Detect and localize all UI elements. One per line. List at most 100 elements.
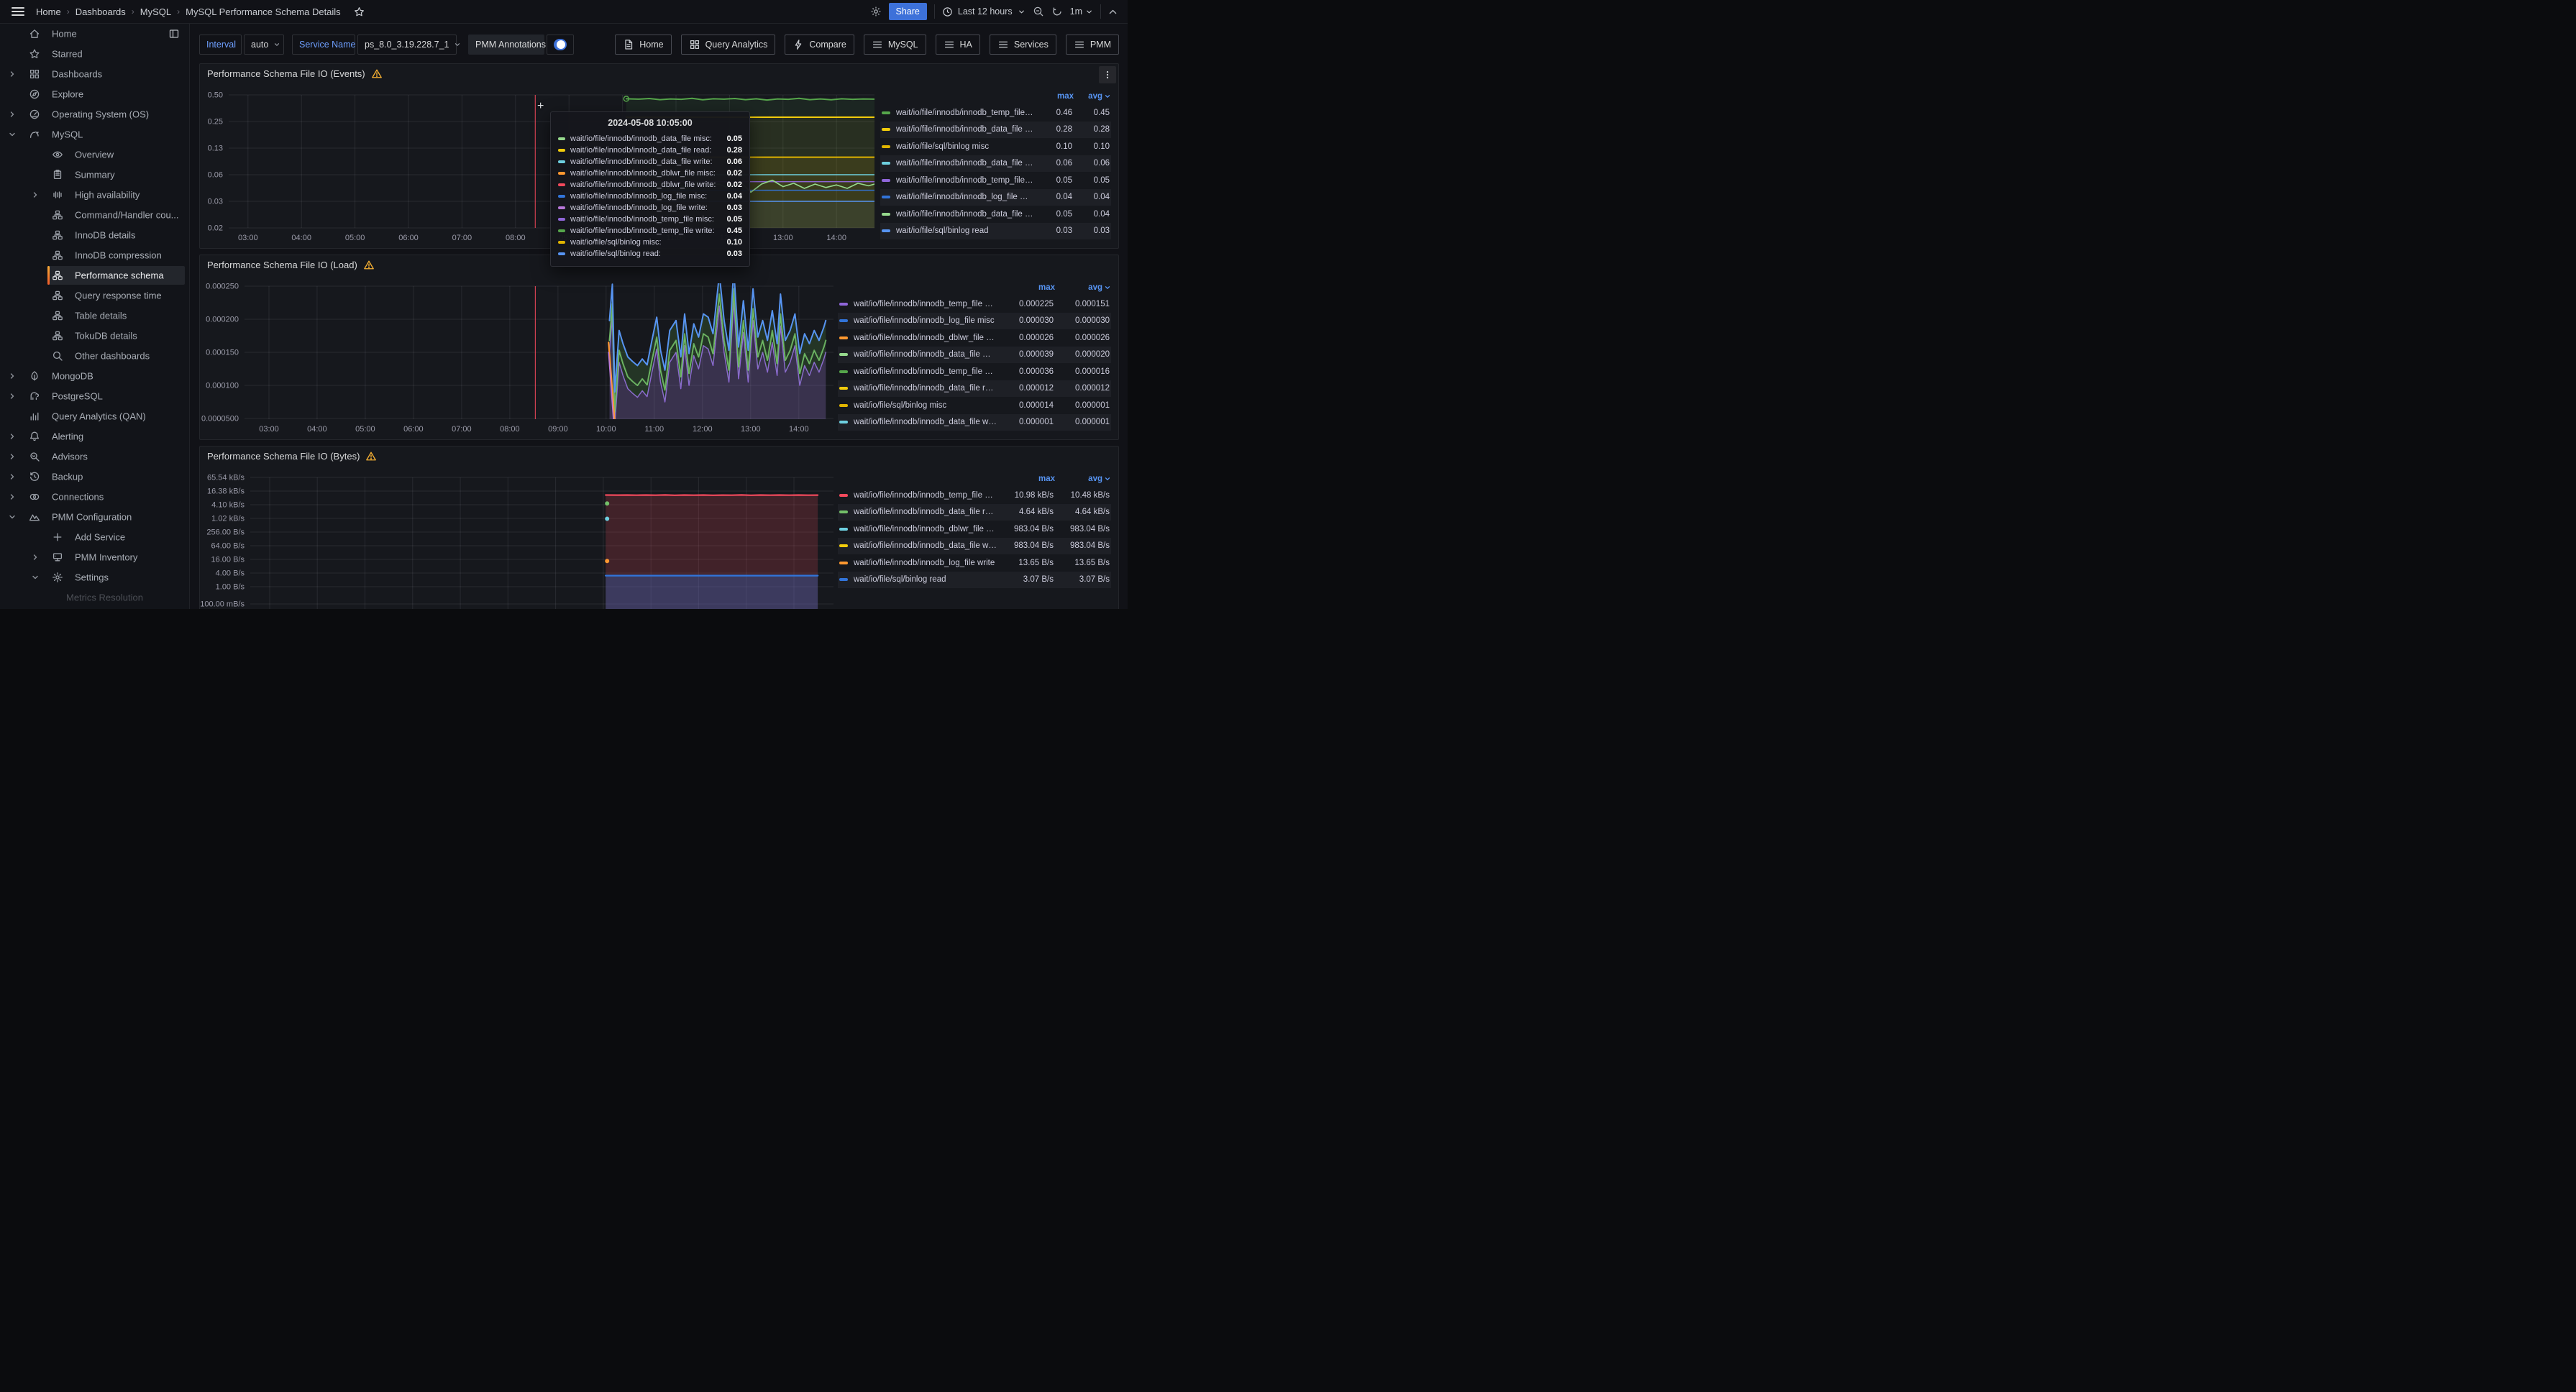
service-name-variable-label[interactable]: Service Name: [292, 35, 355, 55]
chevron-down-icon[interactable]: [8, 130, 17, 139]
chevron-right-icon[interactable]: [8, 452, 17, 461]
sidebar-item-overview[interactable]: Overview: [0, 145, 189, 165]
legend-row-wait-io-file-innodb-innodb-temp-file-misc[interactable]: wait/io/file/innodb/innodb_temp_file mis…: [838, 296, 1111, 313]
chevron-down-icon[interactable]: [31, 573, 40, 582]
sidebar-item-alerting[interactable]: Alerting: [0, 426, 189, 447]
pmm-annotations-toggle[interactable]: [554, 39, 567, 50]
legend-row-wait-io-file-innodb-innodb-dblwr-file-write[interactable]: wait/io/file/innodb/innodb_dblwr_file wr…: [838, 521, 1111, 538]
legend-sort-max[interactable]: max: [1003, 475, 1055, 483]
chevron-right-icon[interactable]: [8, 110, 17, 119]
legend-row-wait-io-file-innodb-innodb-log-file-write[interactable]: wait/io/file/innodb/innodb_log_file writ…: [838, 554, 1111, 572]
star-icon[interactable]: [354, 6, 365, 17]
sidebar-item-performance-schema[interactable]: Performance schema: [0, 265, 189, 285]
legend-sort-max[interactable]: max: [1041, 92, 1074, 101]
breadcrumb-dashboards[interactable]: Dashboards: [76, 6, 126, 17]
sidebar-item-dashboards[interactable]: Dashboards: [0, 64, 189, 84]
legend-row-wait-io-file-innodb-innodb-data-file-read[interactable]: wait/io/file/innodb/innodb_data_file rea…: [838, 380, 1111, 398]
panel-title[interactable]: Performance Schema File IO (Bytes): [207, 451, 377, 462]
nav-button-ha[interactable]: HA: [936, 35, 980, 55]
legend-row-wait-io-file-innodb-innodb-temp-file-write[interactable]: wait/io/file/innodb/innodb_temp_file wri…: [838, 363, 1111, 380]
sidebar-item-innodb-details[interactable]: InnoDB details: [0, 225, 189, 245]
nav-button-pmm[interactable]: PMM: [1066, 35, 1119, 55]
sidebar-item-query-response-time[interactable]: Query response time: [0, 285, 189, 306]
sidebar-item-advisors[interactable]: Advisors: [0, 447, 189, 467]
chevron-right-icon[interactable]: [8, 392, 17, 400]
zoom-out-icon[interactable]: [1033, 6, 1044, 17]
legend-row-wait-io-file-innodb-innodb-data-file-write[interactable]: wait/io/file/innodb/innodb_data_file wri…: [838, 414, 1111, 431]
legend-row-wait-io-file-innodb-innodb-temp-file-write[interactable]: wait/io/file/innodb/innodb_temp_file wri…: [838, 487, 1111, 504]
legend-row-wait-io-file-innodb-innodb-log-file-misc[interactable]: wait/io/file/innodb/innodb_log_file misc…: [880, 189, 1111, 206]
panel-menu-icon[interactable]: [1099, 66, 1116, 83]
chevron-down-icon[interactable]: [8, 513, 17, 521]
panel-title[interactable]: Performance Schema File IO (Events): [207, 68, 383, 79]
sidebar-item-tokudb-details[interactable]: TokuDB details: [0, 326, 189, 346]
breadcrumb-home[interactable]: Home: [36, 6, 61, 17]
legend-row-wait-io-file-innodb-innodb-temp-file-misc[interactable]: wait/io/file/innodb/innodb_temp_file mis…: [880, 172, 1111, 189]
legend-sort-avg[interactable]: avg: [1055, 283, 1111, 292]
refresh-icon[interactable]: [1051, 6, 1063, 17]
chevron-right-icon[interactable]: [31, 191, 40, 199]
sidebar-item-pmm-inventory[interactable]: PMM Inventory: [0, 547, 189, 567]
sidebar-item-backup[interactable]: Backup: [0, 467, 189, 487]
legend-sort-max[interactable]: max: [1003, 283, 1055, 292]
legend-row-wait-io-file-innodb-innodb-data-file-misc[interactable]: wait/io/file/innodb/innodb_data_file mis…: [880, 206, 1111, 223]
sidebar-item-add-service[interactable]: Add Service: [0, 527, 189, 547]
sidebar-item-mysql[interactable]: MySQL: [0, 124, 189, 145]
sidebar-item-operating-system-os[interactable]: Operating System (OS): [0, 104, 189, 124]
legend-row-wait-io-file-sql-binlog-read[interactable]: wait/io/file/sql/binlog read 0.03 0.03: [880, 223, 1111, 240]
nav-button-home[interactable]: Home: [615, 35, 671, 55]
legend-row-wait-io-file-innodb-innodb-data-file-write[interactable]: wait/io/file/innodb/innodb_data_file wri…: [838, 538, 1111, 555]
chevron-right-icon[interactable]: [8, 493, 17, 501]
chevron-right-icon[interactable]: [8, 70, 17, 78]
bytes-chart[interactable]: 65.54 kB/s16.38 kB/s4.10 kB/s1.02 kB/s25…: [200, 447, 882, 609]
menu-toggle-icon[interactable]: [12, 6, 24, 17]
legend-sort-avg[interactable]: avg: [1074, 92, 1111, 101]
nav-button-mysql[interactable]: MySQL: [864, 35, 926, 55]
nav-button-compare[interactable]: Compare: [785, 35, 854, 55]
legend-row-wait-io-file-sql-binlog-misc[interactable]: wait/io/file/sql/binlog misc 0.000014 0.…: [838, 397, 1111, 414]
sidebar-item-table-details[interactable]: Table details: [0, 306, 189, 326]
sidebar-item-query-analytics-qan[interactable]: Query Analytics (QAN): [0, 406, 189, 426]
sidebar-item-starred[interactable]: Starred: [0, 44, 189, 64]
time-range-picker[interactable]: Last 12 hours: [942, 6, 1026, 17]
chevron-right-icon[interactable]: [8, 432, 17, 441]
sidebar-item-high-availability[interactable]: High availability: [0, 185, 189, 205]
chevron-right-icon[interactable]: [8, 472, 17, 481]
refresh-interval-picker[interactable]: 1m: [1070, 6, 1093, 17]
chevron-right-icon[interactable]: [31, 553, 40, 562]
sidebar-item-explore[interactable]: Explore: [0, 84, 189, 104]
legend-row-wait-io-file-sql-binlog-read[interactable]: wait/io/file/sql/binlog read 3.07 B/s 3.…: [838, 572, 1111, 589]
interval-variable-label[interactable]: Interval: [199, 35, 242, 55]
legend-row-wait-io-file-sql-binlog-misc[interactable]: wait/io/file/sql/binlog misc 0.10 0.10: [880, 138, 1111, 155]
sidebar-item-command-handler-cou[interactable]: Command/Handler cou...: [0, 205, 189, 225]
legend-sort-avg[interactable]: avg: [1055, 475, 1111, 483]
dashboard-settings-icon[interactable]: [870, 6, 882, 17]
breadcrumb-mysql[interactable]: MySQL: [140, 6, 171, 17]
load-chart[interactable]: 0.0002500.0002000.0001500.0001000.000050…: [200, 255, 882, 441]
sidebar-item-summary[interactable]: Summary: [0, 165, 189, 185]
nav-button-services[interactable]: Services: [990, 35, 1056, 55]
legend-row-wait-io-file-innodb-innodb-temp-file-write[interactable]: wait/io/file/innodb/innodb_temp_file wri…: [880, 104, 1111, 122]
sidebar-item-mongodb[interactable]: MongoDB: [0, 366, 189, 386]
legend-row-wait-io-file-innodb-innodb-log-file-misc[interactable]: wait/io/file/innodb/innodb_log_file misc…: [838, 313, 1111, 330]
sidebar-item-home[interactable]: Home: [0, 24, 189, 44]
legend-row-wait-io-file-innodb-innodb-data-file-read[interactable]: wait/io/file/innodb/innodb_data_file rea…: [838, 504, 1111, 521]
nav-button-query-analytics[interactable]: Query Analytics: [681, 35, 776, 55]
sidebar-item-postgresql[interactable]: PostgreSQL: [0, 386, 189, 406]
sidebar-item-innodb-compression[interactable]: InnoDB compression: [0, 245, 189, 265]
panel-title[interactable]: Performance Schema File IO (Load): [207, 260, 375, 270]
events-chart[interactable]: 0.500.250.130.060.030.0203:0004:0005:000…: [200, 64, 882, 249]
legend-row-wait-io-file-innodb-innodb-data-file-read[interactable]: wait/io/file/innodb/innodb_data_file rea…: [880, 122, 1111, 139]
sidebar-item-settings[interactable]: Settings: [0, 567, 189, 587]
legend-row-wait-io-file-innodb-innodb-data-file-write[interactable]: wait/io/file/innodb/innodb_data_file wri…: [880, 155, 1111, 173]
legend-row-wait-io-file-innodb-innodb-data-file-misc[interactable]: wait/io/file/innodb/innodb_data_file mis…: [838, 347, 1111, 364]
legend-row-wait-io-file-innodb-innodb-dblwr-file-misc[interactable]: wait/io/file/innodb/innodb_dblwr_file mi…: [838, 329, 1111, 347]
sidebar-item-connections[interactable]: Connections: [0, 487, 189, 507]
chevron-right-icon[interactable]: [8, 372, 17, 380]
collapse-sidebar-icon[interactable]: [168, 28, 180, 40]
interval-variable-value[interactable]: auto: [244, 35, 284, 55]
collapse-topbar-icon[interactable]: [1108, 7, 1118, 17]
service-name-variable-value[interactable]: ps_8.0_3.19.228.7_1: [357, 35, 457, 55]
sidebar-item-pmm-configuration[interactable]: PMM Configuration: [0, 507, 189, 527]
sidebar-item-other-dashboards[interactable]: Other dashboards: [0, 346, 189, 366]
